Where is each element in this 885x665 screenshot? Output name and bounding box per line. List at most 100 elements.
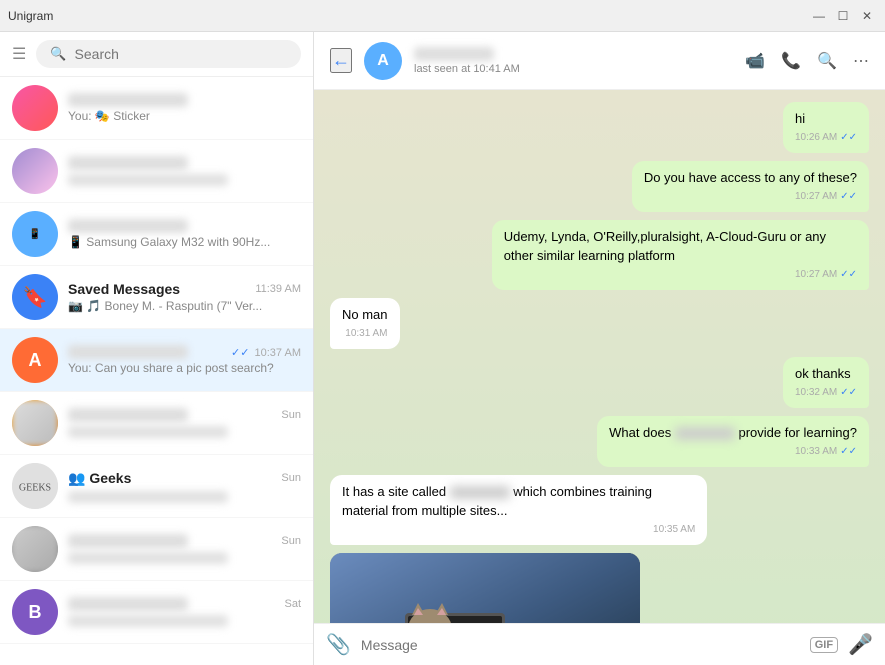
bubble-meta: 10:33 AM ✓✓ <box>609 445 857 459</box>
video-call-button[interactable]: 📹 <box>745 51 765 71</box>
chat-item[interactable]: 📱 📱 Samsung Galaxy M32 with 90Hz... <box>0 203 313 266</box>
chat-time: Sun <box>281 535 301 547</box>
avatar <box>12 400 58 446</box>
contact-name-blur <box>414 47 494 61</box>
read-tick-icon: ✓✓ <box>840 386 857 400</box>
chat-preview: You: Can you share a pic post search? <box>68 361 301 375</box>
chat-info: You: 🎭 Sticker <box>68 93 301 123</box>
message-row: hi 10:26 AM ✓✓ <box>330 102 869 153</box>
titlebar: Unigram — ☐ ✕ <box>0 0 885 32</box>
bubble-meta: 10:26 AM ✓✓ <box>795 131 857 145</box>
chat-name-blur <box>68 219 188 233</box>
chat-info <box>68 156 301 186</box>
chat-top <box>68 156 301 170</box>
search-bar: ☰ 🔍 <box>0 32 313 77</box>
message-text: It has a site called which combines trai… <box>342 484 652 517</box>
read-tick-icon: ✓✓ <box>840 445 857 459</box>
message-row: It has a site called which combines trai… <box>330 475 869 544</box>
chat-preview-blur <box>68 615 228 627</box>
chat-area: ← A last seen at 10:41 AM 📹 📞 🔍 ⋯ hi 10:… <box>314 32 885 665</box>
bubble-meta: 10:31 AM <box>342 327 388 341</box>
chat-name-blur <box>68 597 188 611</box>
chat-time: 11:39 AM <box>255 283 301 295</box>
chat-preview-blur <box>68 491 228 503</box>
chat-item[interactable]: Sun <box>0 518 313 581</box>
chat-top: Sun <box>68 534 301 548</box>
chat-name-blur <box>68 345 188 359</box>
chat-top: ✓✓ 10:37 AM <box>68 345 301 359</box>
message-time: 10:32 AM <box>795 386 837 400</box>
header-info: last seen at 10:41 AM <box>414 47 733 75</box>
chat-item[interactable]: 👥 Geeks Sun <box>0 455 313 518</box>
chat-info: 📱 Samsung Galaxy M32 with 90Hz... <box>68 219 301 249</box>
message-time: 10:31 AM <box>345 327 387 341</box>
voice-call-button[interactable]: 📞 <box>781 51 801 71</box>
avatar: 🔖 <box>12 274 58 320</box>
maximize-button[interactable]: ☐ <box>833 6 853 26</box>
chat-time: Sun <box>281 472 301 484</box>
chat-time: ✓✓ 10:37 AM <box>231 346 301 359</box>
message-text: What does provide for learning? <box>609 425 857 440</box>
chat-name: 👥 Geeks <box>68 470 131 487</box>
hamburger-icon[interactable]: ☰ <box>12 44 26 64</box>
message-bubble: Do you have access to any of these? 10:2… <box>632 161 869 212</box>
main-layout: ☰ 🔍 You: 🎭 Sticker <box>0 32 885 665</box>
search-button[interactable]: 🔍 <box>817 51 837 71</box>
chat-item-active[interactable]: A ✓✓ 10:37 AM You: Can you share a pic p… <box>0 329 313 392</box>
message-bubble: Udemy, Lynda, O'Reilly,pluralsight, A-Cl… <box>492 220 869 289</box>
message-row: No man 10:31 AM <box>330 298 869 349</box>
chat-preview: 📷 🎵 Boney M. - Rasputin (7" Ver... <box>68 299 301 313</box>
header-actions: 📹 📞 🔍 ⋯ <box>745 51 869 71</box>
chat-item[interactable]: Sun <box>0 392 313 455</box>
sidebar: ☰ 🔍 You: 🎭 Sticker <box>0 32 314 665</box>
chat-info: Sun <box>68 408 301 438</box>
search-input[interactable] <box>75 46 287 62</box>
message-text: No man <box>342 307 388 322</box>
chat-name: Saved Messages <box>68 281 180 297</box>
avatar <box>12 463 58 509</box>
messages-area: hi 10:26 AM ✓✓ Do you have access to any… <box>314 90 885 623</box>
header-avatar: A <box>364 42 402 80</box>
message-bubble: ok thanks 10:32 AM ✓✓ <box>783 357 869 408</box>
message-bubble: hi 10:26 AM ✓✓ <box>783 102 869 153</box>
minimize-button[interactable]: — <box>809 6 829 26</box>
gif-bubble: GIF <box>330 553 640 623</box>
back-button[interactable]: ← <box>330 48 352 73</box>
chat-info: 👥 Geeks Sun <box>68 470 301 503</box>
message-row: Udemy, Lynda, O'Reilly,pluralsight, A-Cl… <box>330 220 869 289</box>
chat-name-blur <box>68 408 188 422</box>
chat-item[interactable] <box>0 140 313 203</box>
chat-item[interactable]: You: 🎭 Sticker <box>0 77 313 140</box>
message-time: 10:26 AM <box>795 131 837 145</box>
message-row: What does provide for learning? 10:33 AM… <box>330 416 869 467</box>
read-tick-icon: ✓✓ <box>840 131 857 145</box>
chat-top: 👥 Geeks Sun <box>68 470 301 487</box>
avatar <box>12 526 58 572</box>
message-bubble: What does provide for learning? 10:33 AM… <box>597 416 869 467</box>
message-input[interactable] <box>361 637 800 653</box>
chat-item[interactable]: 🔖 Saved Messages 11:39 AM 📷 🎵 Boney M. -… <box>0 266 313 329</box>
gif-image <box>330 553 640 623</box>
message-text: Udemy, Lynda, O'Reilly,pluralsight, A-Cl… <box>504 229 826 262</box>
message-row: GIF <box>330 553 869 623</box>
bubble-meta: 10:35 AM <box>342 523 695 537</box>
contact-status: last seen at 10:41 AM <box>414 63 733 75</box>
app-title: Unigram <box>8 9 53 23</box>
bubble-meta: 10:27 AM ✓✓ <box>504 268 857 282</box>
read-tick-icon: ✓✓ <box>840 190 857 204</box>
mic-button[interactable]: 🎤 <box>848 632 873 657</box>
gif-button[interactable]: GIF <box>810 637 838 653</box>
message-time: 10:33 AM <box>795 445 837 459</box>
search-icon: 🔍 <box>50 46 66 62</box>
chat-top: Saved Messages 11:39 AM <box>68 281 301 297</box>
chat-top: Sat <box>68 597 301 611</box>
close-button[interactable]: ✕ <box>857 6 877 26</box>
more-options-button[interactable]: ⋯ <box>853 51 869 71</box>
chat-item[interactable]: B Sat <box>0 581 313 644</box>
avatar <box>12 85 58 131</box>
attach-button[interactable]: 📎 <box>326 632 351 657</box>
avatar: B <box>12 589 58 635</box>
message-time: 10:35 AM <box>653 523 695 537</box>
chat-preview-blur <box>68 426 228 438</box>
chat-preview: 📱 Samsung Galaxy M32 with 90Hz... <box>68 235 301 249</box>
